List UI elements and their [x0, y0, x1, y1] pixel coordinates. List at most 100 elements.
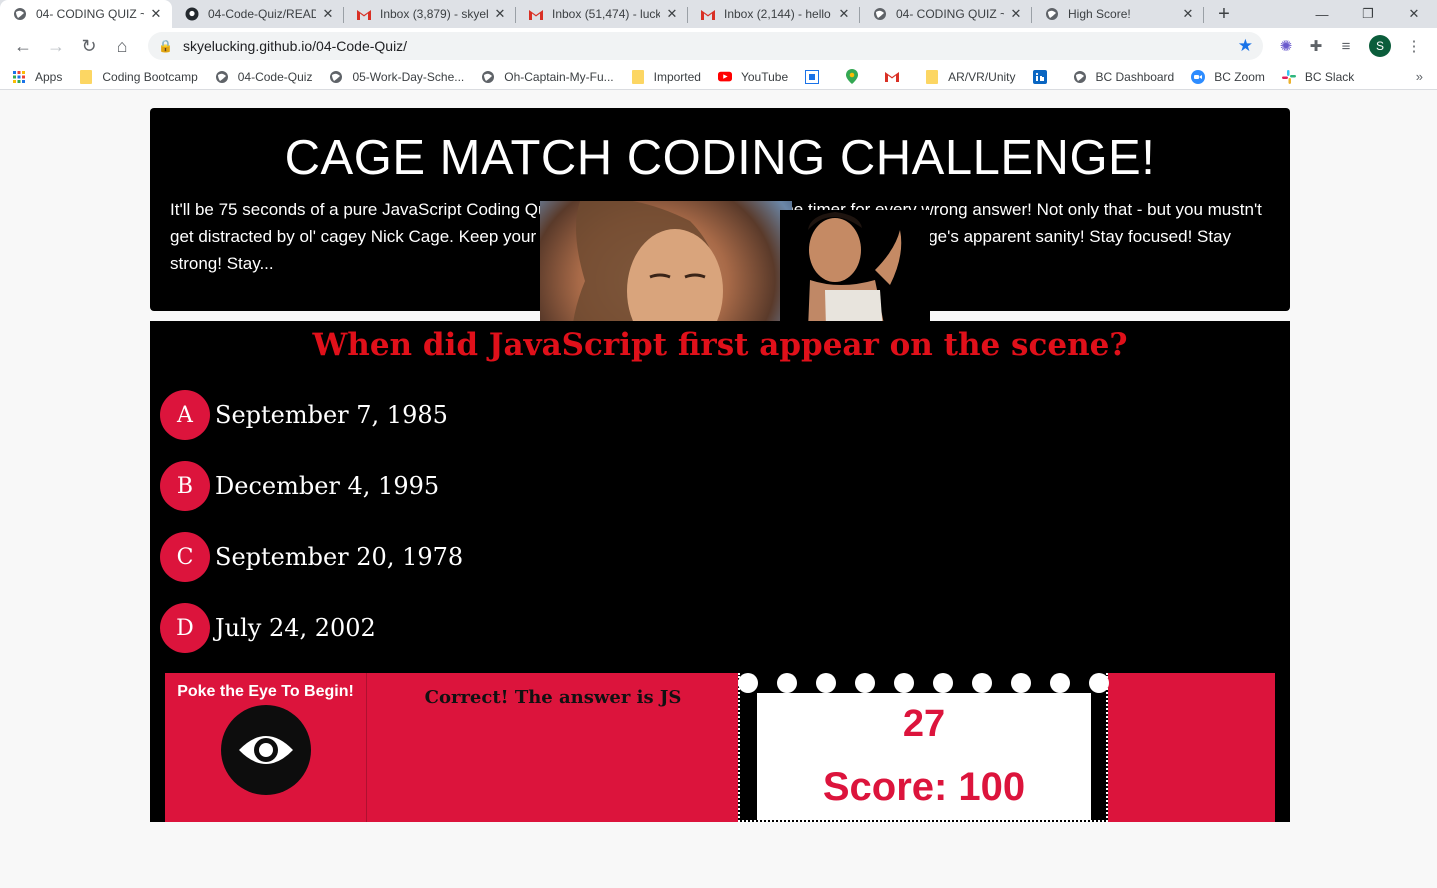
apps-icon [12, 70, 26, 84]
bookmark-calendar[interactable] [805, 69, 828, 84]
puzzle-icon[interactable]: ✚ [1301, 31, 1331, 61]
home-icon[interactable]: ⌂ [107, 31, 137, 61]
bookmark-label: BC Slack [1304, 69, 1355, 84]
close-window-icon[interactable]: ✕ [1391, 0, 1437, 28]
bookmark-label: BC Zoom [1214, 69, 1265, 84]
bookmark-apps[interactable]: Apps [12, 70, 62, 84]
answer-option-d[interactable]: D July 24, 2002 [160, 603, 376, 653]
bookmark-star-icon[interactable]: ★ [1238, 36, 1253, 56]
zoom-icon [1191, 69, 1206, 84]
tab-inbox-luck[interactable]: Inbox (51,474) - luck ✕ [516, 0, 688, 28]
bookmark-work-day[interactable]: 05-Work-Day-Sche... [329, 70, 464, 84]
address-bar[interactable]: 🔒 skyelucking.github.io/04-Code-Quiz/ ★ [148, 32, 1263, 60]
page-content: CAGE MATCH CODING CHALLENGE! It'll be 75… [0, 90, 1437, 887]
folder-icon [631, 69, 645, 84]
linkedin-icon [1032, 69, 1047, 84]
profile-avatar[interactable]: S [1369, 35, 1391, 57]
tab-high-score[interactable]: High Score! ✕ [1032, 0, 1204, 28]
bookmark-linkedin[interactable] [1032, 69, 1056, 84]
start-eye-button[interactable] [221, 705, 311, 795]
bookmark-youtube[interactable]: YouTube [717, 70, 788, 84]
github-icon [184, 6, 200, 22]
close-icon[interactable]: ✕ [836, 6, 852, 22]
quiz-panel: When did JavaScript first appear on the … [150, 321, 1290, 822]
forward-icon[interactable]: → [41, 31, 71, 61]
answer-letter[interactable]: A [160, 390, 210, 440]
bookmark-label: Imported [653, 69, 701, 84]
gmail-icon [885, 70, 900, 84]
bookmark-bc-slack[interactable]: BC Slack [1281, 69, 1355, 84]
tab-strip: 04- CODING QUIZ ~ ✕ 04-Code-Quiz/READ ✕ … [0, 0, 1437, 28]
globe-icon [329, 70, 343, 84]
slack-icon [1281, 69, 1296, 84]
bookmark-label: AR/VR/Unity [948, 69, 1016, 84]
tab-title: Inbox (3,879) - skyel [380, 7, 488, 21]
bookmark-oh-captain[interactable]: Oh-Captain-My-Fu... [481, 69, 614, 84]
film-dots [738, 673, 1109, 693]
close-icon[interactable]: ✕ [664, 6, 680, 22]
tab-title: High Score! [1068, 7, 1131, 21]
gmail-icon [528, 6, 544, 22]
tab-title: Inbox (51,474) - luck [552, 7, 660, 21]
timer-countdown: 27 [902, 703, 946, 745]
tab-title: 04-Code-Quiz/READ [208, 7, 316, 21]
answer-letter[interactable]: B [160, 461, 210, 511]
bookmark-label: BC Dashboard [1095, 69, 1175, 84]
answer-letter[interactable]: D [160, 603, 210, 653]
close-icon[interactable]: ✕ [1008, 6, 1024, 22]
extension-icon[interactable]: ✺ [1271, 31, 1301, 61]
bookmark-coding-bootcamp[interactable]: Coding Bootcamp [79, 69, 198, 84]
bookmarks-bar: Apps Coding Bootcamp 04-Code-Quiz 05-Wor… [0, 64, 1437, 90]
menu-dots-icon[interactable]: ⋮ [1399, 31, 1429, 61]
tab-coding-quiz-2[interactable]: 04- CODING QUIZ ~ ✕ [860, 0, 1032, 28]
close-icon[interactable]: ✕ [492, 6, 508, 22]
new-tab-button[interactable]: + [1210, 0, 1238, 28]
more-bookmarks-icon[interactable]: » [1416, 69, 1423, 84]
tab-inbox-hello[interactable]: Inbox (2,144) - hello ✕ [688, 0, 860, 28]
answer-text[interactable]: December 4, 1995 [215, 472, 439, 500]
globe-icon [1044, 6, 1060, 22]
restore-icon[interactable]: ❐ [1345, 0, 1391, 28]
bookmark-bc-zoom[interactable]: BC Zoom [1191, 69, 1265, 84]
tab-coding-quiz[interactable]: 04- CODING QUIZ ~ ✕ [0, 0, 172, 28]
score-display: Score: 100 [822, 765, 1026, 809]
eye-icon [239, 736, 293, 764]
minimize-icon[interactable]: — [1299, 0, 1345, 28]
globe-icon [872, 6, 888, 22]
answer-option-a[interactable]: A September 7, 1985 [160, 390, 448, 440]
status-bar: Poke the Eye To Begin! Correct! The answ… [165, 673, 1275, 822]
back-icon[interactable]: ← [8, 31, 38, 61]
bookmark-label: Coding Bootcamp [102, 69, 198, 84]
bookmark-ar-vr-unity[interactable]: AR/VR/Unity [925, 69, 1016, 84]
close-icon[interactable]: ✕ [1180, 6, 1196, 22]
answer-text[interactable]: September 20, 1978 [215, 543, 463, 571]
globe-icon [1073, 70, 1087, 84]
bookmark-label: Oh-Captain-My-Fu... [504, 69, 614, 84]
tab-inbox-skye[interactable]: Inbox (3,879) - skyel ✕ [344, 0, 516, 28]
answer-text[interactable]: July 24, 2002 [215, 614, 376, 642]
answer-letter[interactable]: C [160, 532, 210, 582]
url-text: skyelucking.github.io/04-Code-Quiz/ [182, 38, 408, 54]
bookmark-gmail[interactable] [885, 70, 908, 84]
globe-icon [481, 70, 495, 84]
reload-icon[interactable]: ↻ [74, 31, 104, 61]
answer-text[interactable]: September 7, 1985 [215, 401, 448, 429]
maps-icon [845, 69, 859, 84]
answer-option-b[interactable]: B December 4, 1995 [160, 461, 439, 511]
bookmark-code-quiz[interactable]: 04-Code-Quiz [215, 70, 312, 84]
gmail-icon [700, 6, 716, 22]
bookmark-bc-dashboard[interactable]: BC Dashboard [1073, 69, 1175, 84]
close-icon[interactable]: ✕ [148, 6, 164, 22]
timer-display: 27 Score: 100 [757, 693, 1091, 820]
browser-toolbar: ← → ↻ ⌂ 🔒 skyelucking.github.io/04-Code-… [0, 28, 1437, 64]
bookmark-imported[interactable]: Imported [631, 69, 701, 84]
tab-readme[interactable]: 04-Code-Quiz/READ ✕ [172, 0, 344, 28]
youtube-icon [717, 70, 732, 84]
media-queue-icon[interactable]: ≡ [1331, 31, 1361, 61]
calendar-icon [805, 69, 820, 84]
bookmark-maps[interactable] [845, 69, 868, 84]
question-text: When did JavaScript first appear on the … [312, 327, 1128, 363]
close-icon[interactable]: ✕ [320, 6, 336, 22]
answer-option-c[interactable]: C September 20, 1978 [160, 532, 463, 582]
start-label: Poke the Eye To Begin! [177, 683, 354, 700]
